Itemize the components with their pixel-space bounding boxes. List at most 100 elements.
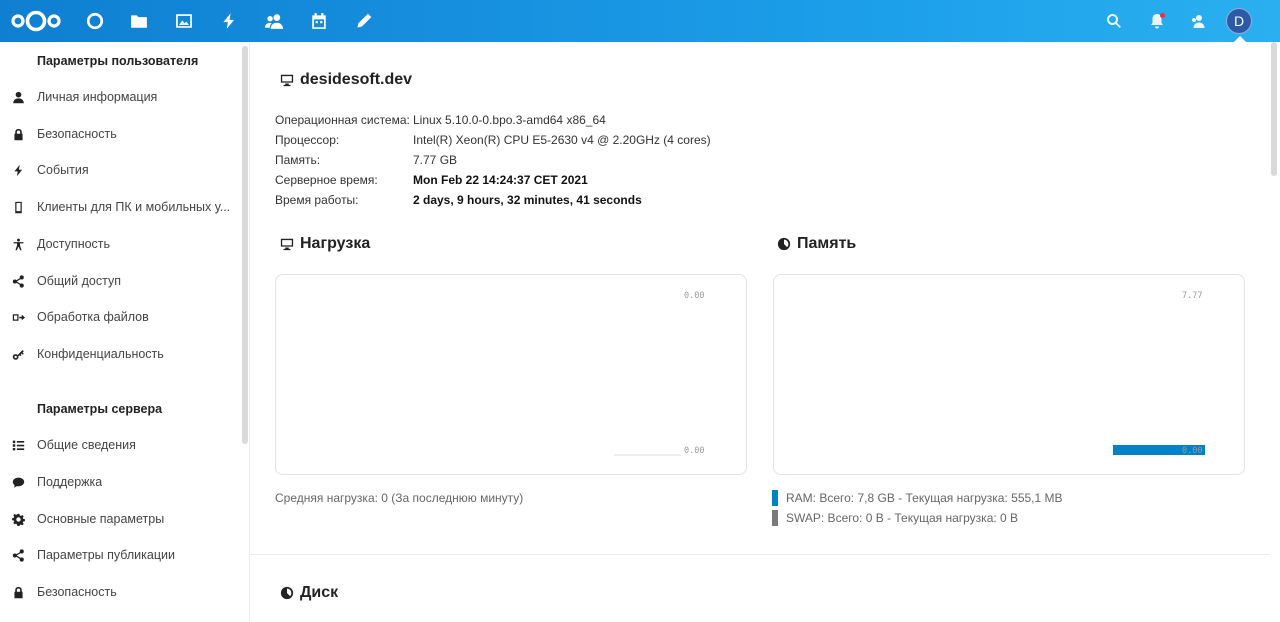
sidebar-item-personal-info[interactable]: Личная информация [0, 79, 240, 115]
sidebar-item-accessibility[interactable]: Доступность [0, 226, 240, 262]
sidebar-item-security[interactable]: Безопасность [0, 116, 240, 152]
info-row-memory: Память: 7.77 GB [275, 150, 457, 170]
info-key: Операционная система: [275, 113, 410, 127]
info-key: Серверное время: [275, 173, 378, 187]
sidebar-item-label: Общий доступ [37, 274, 121, 288]
sidebar-item-label: Обработка файлов [37, 310, 149, 324]
dashboard-icon[interactable] [84, 10, 106, 32]
sidebar-item-label: События [37, 163, 89, 177]
load-chart-svg [614, 454, 681, 456]
lock-icon [0, 586, 36, 599]
load-tick-bottom: 0.00 [684, 446, 705, 456]
notes-icon[interactable] [353, 10, 375, 32]
sidebar-item-label: Общие сведения [37, 438, 136, 452]
swap-swatch [772, 510, 778, 526]
load-title: Нагрузка [300, 235, 371, 252]
key-icon [0, 348, 36, 361]
photos-icon[interactable] [173, 10, 195, 32]
info-row-server-time: Серверное время: Mon Feb 22 14:24:37 CET… [275, 170, 588, 190]
sidebar-item-sharing-settings[interactable]: Параметры публикации [0, 537, 240, 573]
nextcloud-logo[interactable] [10, 9, 62, 33]
sidebar-item-basic-settings[interactable]: Основные параметры [0, 501, 240, 537]
sidebar-item-workflow[interactable]: Обработка файлов [0, 299, 240, 335]
ram-legend: RAM: Всего: 7,8 GB - Текущая нагрузка: 5… [772, 488, 1063, 508]
workflow-icon [0, 311, 36, 324]
sidebar-item-clients[interactable]: Клиенты для ПК и мобильных у... [0, 189, 240, 225]
memory-chart: 7.77 0.00 [773, 274, 1245, 475]
sidebar-item-label: Личная информация [37, 90, 158, 104]
sidebar-item-label: Безопасность [37, 585, 117, 599]
contacts-menu-icon[interactable] [1187, 10, 1209, 32]
info-key: Процессор: [275, 133, 340, 147]
sidebar-item-label: Конфиденциальность [37, 347, 164, 361]
phone-icon [0, 201, 36, 214]
calendar-icon[interactable] [308, 10, 330, 32]
main-scrollbar[interactable] [1271, 42, 1277, 176]
notification-badge [1160, 13, 1165, 18]
info-key: Память: [275, 153, 321, 167]
chat-icon [0, 476, 36, 489]
lock-icon [0, 128, 36, 141]
server-name: desidesoft.dev [300, 71, 413, 88]
sidebar-item-sharing[interactable]: Общий доступ [0, 263, 240, 299]
load-heading: Нагрузка [280, 235, 370, 253]
files-icon[interactable] [128, 10, 150, 32]
activity-icon[interactable] [218, 10, 240, 32]
load-tick-top: 0.00 [684, 291, 705, 301]
top-header: D [0, 0, 1280, 42]
load-chart: 0.00 0.00 [275, 274, 747, 475]
disk-heading: Диск [280, 584, 338, 602]
ram-swatch [772, 490, 778, 506]
settings-sidebar: Параметры пользователя Личная информация… [0, 42, 250, 622]
info-value: 2 days, 9 hours, 32 minutes, 41 seconds [413, 193, 642, 207]
lightning-icon [0, 164, 36, 177]
sidebar-scrollbar[interactable] [242, 46, 248, 444]
info-value: Linux 5.10.0-0.bpo.3-amd64 x86_64 [413, 113, 606, 127]
memory-tick-bottom: 0.00 [1182, 446, 1203, 456]
sidebar-item-label: Клиенты для ПК и мобильных у... [37, 200, 231, 214]
memory-tick-top: 7.77 [1182, 291, 1203, 301]
sidebar-item-activity[interactable]: События [0, 152, 240, 188]
sidebar-item-server-security[interactable]: Безопасность [0, 574, 240, 610]
ram-legend-text: RAM: Всего: 7,8 GB - Текущая нагрузка: 5… [786, 491, 1063, 505]
pie-chart-icon [777, 237, 791, 251]
user-icon [0, 91, 36, 104]
sidebar-item-label: Поддержка [37, 475, 103, 489]
sidebar-item-support[interactable]: Поддержка [0, 464, 240, 500]
sidebar-item-overview[interactable]: Общие сведения [0, 427, 240, 463]
contacts-icon[interactable] [263, 10, 285, 32]
server-heading: desidesoft.dev [280, 71, 412, 89]
sidebar-item-label: Доступность [37, 237, 111, 251]
search-icon[interactable] [1103, 10, 1125, 32]
info-value: Mon Feb 22 14:24:37 CET 2021 [413, 173, 588, 187]
info-row-uptime: Время работы: 2 days, 9 hours, 32 minute… [275, 190, 642, 210]
monitor-icon [280, 74, 294, 87]
gear-icon [0, 513, 36, 526]
disk-title: Диск [300, 584, 339, 601]
personal-settings-heading: Параметры пользователя [37, 54, 199, 68]
info-row-os: Операционная система: Linux 5.10.0-0.bpo… [275, 110, 606, 130]
memory-heading: Память [777, 235, 856, 253]
info-value: Intel(R) Xeon(R) CPU E5-2630 v4 @ 2.20GH… [413, 133, 711, 147]
monitor-icon [280, 238, 294, 251]
swap-legend-text: SWAP: Всего: 0 B - Текущая нагрузка: 0 B [786, 511, 1019, 525]
server-settings-heading: Параметры сервера [37, 402, 163, 416]
info-row-cpu: Процессор: Intel(R) Xeon(R) CPU E5-2630 … [275, 130, 711, 150]
accessibility-icon [0, 238, 36, 251]
sidebar-item-privacy[interactable]: Конфиденциальность [0, 336, 240, 372]
sidebar-item-label: Безопасность [37, 127, 117, 141]
load-average-caption: Средняя нагрузка: 0 (За последнюю минуту… [275, 491, 524, 505]
swap-legend: SWAP: Всего: 0 B - Текущая нагрузка: 0 B [772, 508, 1018, 528]
user-avatar[interactable]: D [1226, 8, 1252, 34]
section-divider [250, 554, 1270, 555]
info-key: Время работы: [275, 193, 359, 207]
share-icon [0, 274, 36, 288]
share-icon [0, 548, 36, 562]
sidebar-item-label: Основные параметры [37, 512, 165, 526]
memory-title: Память [797, 235, 857, 252]
pie-chart-icon [280, 586, 294, 600]
list-icon [0, 439, 36, 452]
main-content: desidesoft.dev Операционная система: Lin… [250, 42, 1280, 622]
sidebar-item-label: Параметры публикации [37, 548, 175, 562]
memory-chart-svg [1113, 445, 1205, 455]
